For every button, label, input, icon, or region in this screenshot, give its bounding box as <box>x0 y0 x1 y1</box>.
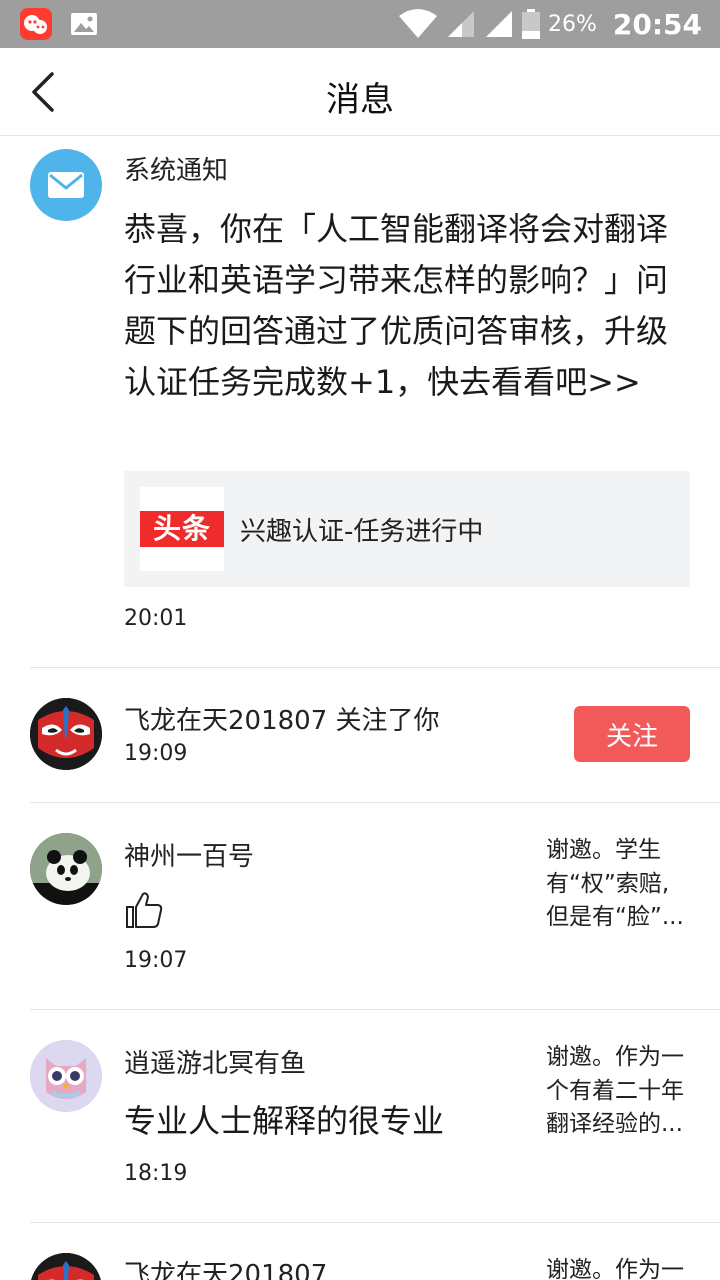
divider <box>30 802 720 803</box>
comment-text[interactable]: 专业人士解释的很专业 <box>124 1096 444 1142</box>
timestamp: 19:09 <box>124 741 188 766</box>
answer-snippet[interactable]: 谢邀。作为一 个有着二十年 翻译经验的... <box>546 1041 696 1142</box>
battery-percentage: 26% <box>547 11 597 37</box>
top-bar: 消息 <box>0 48 720 136</box>
divider <box>30 1222 720 1223</box>
divider <box>30 1009 720 1010</box>
task-card[interactable]: 头条 兴趣认证-任务进行中 <box>124 471 690 587</box>
mail-icon <box>30 149 102 221</box>
gallery-icon <box>68 8 100 40</box>
weibo-app-icon <box>20 8 52 40</box>
battery-icon <box>521 9 540 39</box>
signal-icon <box>485 11 512 37</box>
task-card-text: 兴趣认证-任务进行中 <box>240 517 484 547</box>
status-bar: 26% 20:54 <box>0 0 720 48</box>
wifi-icon <box>398 9 437 38</box>
user-name[interactable]: 飞龙在天201807 <box>124 1254 327 1280</box>
system-notice-title: 系统通知 <box>124 156 229 186</box>
user-name[interactable]: 神州一百号 <box>124 836 254 873</box>
follow-button[interactable]: 关注 <box>574 706 690 762</box>
follower-name[interactable]: 飞龙在天201807 关注了你 <box>124 700 440 737</box>
timestamp: 19:07 <box>124 948 188 973</box>
clock: 20:54 <box>612 7 702 41</box>
user-name[interactable]: 逍遥游北冥有鱼 <box>124 1043 306 1080</box>
opera-mask-avatar[interactable] <box>30 698 102 770</box>
answer-snippet[interactable]: 谢邀。作为一 <box>546 1254 696 1280</box>
signal-icon <box>447 11 474 37</box>
opera-mask-avatar[interactable] <box>30 1253 102 1280</box>
timestamp: 20:01 <box>124 606 188 631</box>
system-notice-body[interactable]: 恭喜，你在「人工智能翻译将会对翻译行业和英语学习带来怎样的影响？」问题下的回答通… <box>124 204 684 408</box>
timestamp: 18:19 <box>124 1161 188 1186</box>
answer-snippet[interactable]: 谢邀。学生 有“权”索赔, 但是有“脸”... <box>546 834 696 935</box>
thumbs-up-icon <box>126 892 163 928</box>
owl-avatar[interactable] <box>30 1040 102 1112</box>
divider <box>30 667 720 668</box>
toutiao-logo: 头条 <box>140 487 224 571</box>
page-title: 消息 <box>326 80 394 120</box>
panda-avatar[interactable] <box>30 833 102 905</box>
